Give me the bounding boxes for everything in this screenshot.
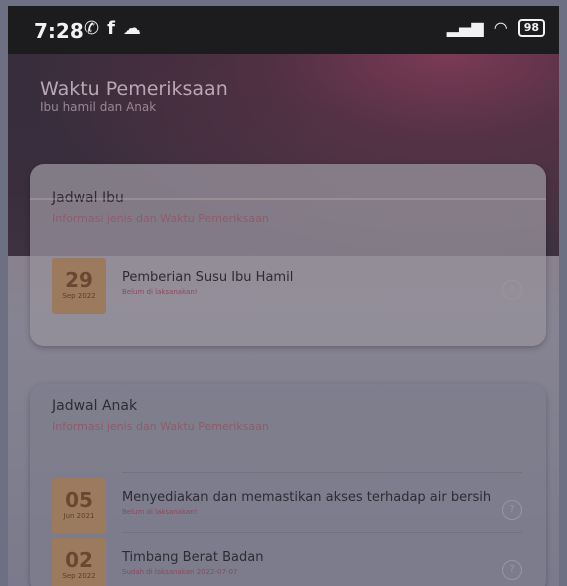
row-divider	[122, 532, 522, 533]
schedule-item[interactable]: 05 Jun 2021 Menyediakan dan memastikan a…	[52, 472, 522, 536]
schedule-item-title: Pemberian Susu Ibu Hamil	[122, 270, 294, 285]
wifi-icon: ◠	[493, 18, 508, 37]
date-month-year: Sep 2022	[62, 572, 96, 580]
row-divider	[122, 472, 522, 473]
whatsapp-icon: ✆	[84, 18, 100, 39]
status-time: 7:28	[34, 19, 84, 43]
date-month-year: Sep 2022	[62, 292, 96, 300]
jadwal-anak-card: Jadwal Anak Informasi jenis dan Waktu Pe…	[30, 384, 546, 586]
pending-status-icon[interactable]: ?	[502, 500, 522, 520]
date-badge: 05 Jun 2021	[52, 478, 106, 534]
jadwal-anak-title: Jadwal Anak	[52, 398, 138, 414]
page-subtitle: Ibu hamil dan Anak	[40, 100, 157, 114]
schedule-item-status: Belum di laksanakan!	[122, 288, 198, 296]
date-badge: 29 Sep 2022	[52, 258, 106, 314]
notification-icons: ✆ f ☁	[84, 18, 141, 39]
status-bar: 7:28 ✆ f ☁ ▂▄▆ ◠ 98	[8, 6, 559, 54]
date-badge: 02 Sep 2022	[52, 538, 106, 586]
pending-status-icon[interactable]: ?	[502, 280, 522, 300]
jadwal-ibu-card: Jadwal Ibu Informasi jenis dan Waktu Pem…	[30, 164, 546, 346]
schedule-item[interactable]: 02 Sep 2022 Timbang Berat Badan Sudah di…	[52, 532, 522, 586]
system-icons: ▂▄▆ ◠ 98	[447, 18, 545, 37]
schedule-item[interactable]: 29 Sep 2022 Pemberian Susu Ibu Hamil Bel…	[52, 258, 522, 316]
jadwal-ibu-subtitle: Informasi jenis dan Waktu Pemeriksaan	[52, 212, 269, 225]
date-day: 05	[65, 488, 93, 512]
date-day: 29	[65, 268, 93, 292]
signal-icon: ▂▄▆	[446, 18, 484, 37]
app-screen: 7:28 ✆ f ☁ ▂▄▆ ◠ 98 Waktu Pemeriksaan Ib…	[8, 6, 559, 586]
facebook-icon: f	[107, 18, 115, 39]
battery-indicator: 98	[517, 18, 545, 37]
date-day: 02	[65, 548, 93, 572]
schedule-item-title: Timbang Berat Badan	[122, 550, 264, 565]
page-title: Waktu Pemeriksaan	[40, 78, 228, 100]
date-month-year: Jun 2021	[63, 512, 95, 520]
schedule-item-status: Sudah di laksanakan 2022-07-07	[122, 568, 238, 576]
schedule-item-status: Belum di laksanakan!	[122, 508, 198, 516]
cloud-icon: ☁	[122, 18, 141, 39]
jadwal-anak-subtitle: Informasi jenis dan Waktu Pemeriksaan	[52, 420, 269, 433]
pending-status-icon[interactable]: ?	[502, 560, 522, 580]
divider	[30, 198, 546, 200]
schedule-item-title: Menyediakan dan memastikan akses terhada…	[122, 490, 492, 505]
